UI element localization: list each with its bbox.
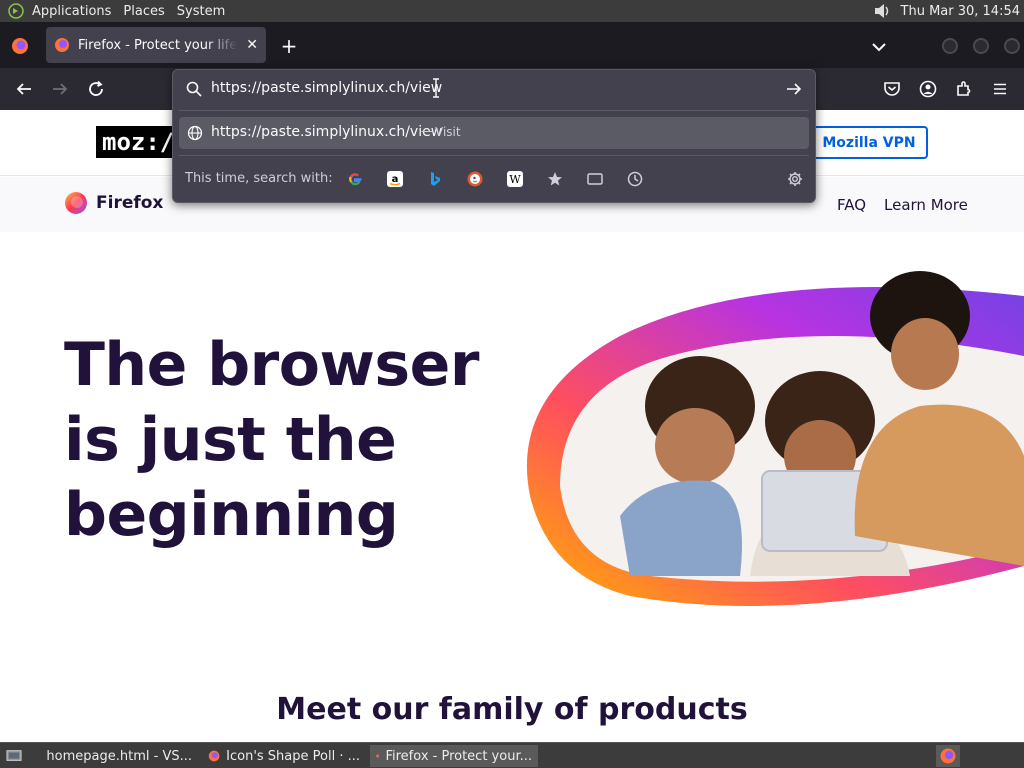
url-input[interactable]: https://paste.simplylinux.ch/view xyxy=(211,80,442,96)
firefox-brand-link[interactable]: Firefox xyxy=(64,191,163,215)
taskbar-item-firefox-poll[interactable]: Icon's Shape Poll · ... xyxy=(202,745,366,767)
clock[interactable]: Thu Mar 30, 14:54 xyxy=(901,4,1020,19)
taskbar-item-label: homepage.html - VS... xyxy=(46,748,192,764)
taskbar-item-label: Firefox - Protect your... xyxy=(385,748,532,764)
firefox-brand-label: Firefox xyxy=(96,193,164,213)
google-search-icon[interactable] xyxy=(345,169,365,189)
result-separator: — xyxy=(421,124,434,139)
bookmarks-search-icon[interactable] xyxy=(545,169,565,189)
panel-right: Thu Mar 30, 14:54 xyxy=(873,0,1020,22)
account-icon xyxy=(919,80,937,98)
menu-places[interactable]: Places xyxy=(117,4,170,19)
hero-line: The browser xyxy=(64,330,479,400)
firefox-logo-icon xyxy=(940,748,956,764)
menu-applications[interactable]: Applications xyxy=(26,4,117,19)
firefox-logo-icon xyxy=(65,192,87,214)
nav-link-faq[interactable]: FAQ xyxy=(837,196,866,214)
top-panel: Applications Places System Thu Mar 30, 1… xyxy=(0,0,1024,22)
chevron-down-icon xyxy=(872,43,886,52)
account-button[interactable] xyxy=(916,77,940,101)
go-arrow-icon[interactable] xyxy=(785,80,803,98)
panel-menus: Applications Places System xyxy=(0,0,237,22)
result-url: https://paste.simplylinux.ch/view xyxy=(211,124,443,140)
history-search-icon[interactable] xyxy=(625,169,645,189)
taskbar-item-firefox-active[interactable]: Firefox - Protect your... xyxy=(370,745,538,767)
tab-close-icon[interactable]: ✕ xyxy=(246,37,258,53)
bing-search-icon[interactable] xyxy=(425,169,445,189)
result-action: Visit xyxy=(435,125,461,139)
close-window-button[interactable] xyxy=(1004,38,1020,54)
minimize-button[interactable] xyxy=(942,38,958,54)
hero-line: is just the xyxy=(64,405,397,475)
reload-icon xyxy=(89,80,103,96)
search-settings-gear-icon[interactable] xyxy=(785,169,805,189)
tabs-search-icon[interactable] xyxy=(585,169,605,189)
list-all-tabs-button[interactable] xyxy=(868,36,890,58)
puzzle-icon xyxy=(957,81,971,96)
duckduckgo-search-icon[interactable] xyxy=(465,169,485,189)
hero-family-photo xyxy=(500,246,1024,616)
hero-line: beginning xyxy=(64,480,399,550)
divider xyxy=(179,110,809,111)
arrow-left-icon xyxy=(16,83,31,95)
taskbar: homepage.html - VS... Icon's Shape Poll … xyxy=(0,742,1024,768)
show-desktop-button[interactable] xyxy=(0,745,28,767)
url-result-visit[interactable]: https://paste.simplylinux.ch/view — Visi… xyxy=(179,117,809,149)
maximize-button[interactable] xyxy=(973,38,989,54)
menu-system[interactable]: System xyxy=(171,4,231,19)
web-content: moz://a Mozilla VPN Firefox FAQ Learn Mo… xyxy=(0,110,1024,742)
url-input-row[interactable]: https://paste.simplylinux.ch/view xyxy=(173,70,815,108)
urlbar-dropdown: https://paste.simplylinux.ch/view https:… xyxy=(172,69,816,203)
tab-bar: Firefox - Protect your life online ✕ + xyxy=(0,22,1024,68)
pocket-button[interactable] xyxy=(880,77,904,101)
wikipedia-search-icon[interactable]: W xyxy=(505,169,525,189)
reload-button[interactable] xyxy=(84,77,108,101)
volume-icon[interactable] xyxy=(873,2,891,20)
hamburger-icon xyxy=(994,83,1006,95)
amazon-search-icon[interactable]: a xyxy=(385,169,405,189)
back-button[interactable] xyxy=(12,77,36,101)
firefox-logo-icon xyxy=(208,750,220,762)
svg-text:a: a xyxy=(392,174,399,185)
gnome-foot-icon[interactable] xyxy=(6,3,26,19)
firefox-logo-icon xyxy=(376,754,380,758)
hero-heading: The browser is just the beginning xyxy=(64,328,514,553)
arrow-right-icon xyxy=(53,83,68,95)
nav-link-learn-more[interactable]: Learn More xyxy=(884,196,968,214)
firefox-logo-icon xyxy=(12,38,28,54)
app-menu-button[interactable] xyxy=(988,77,1012,101)
one-off-search-label: This time, search with: xyxy=(185,171,333,186)
new-tab-button[interactable]: + xyxy=(278,36,300,58)
forward-button[interactable] xyxy=(48,77,72,101)
firefox-view-button[interactable] xyxy=(6,32,34,60)
section-heading: Meet our family of products xyxy=(276,692,748,727)
desktop-icon xyxy=(6,750,22,761)
tab-title: Firefox - Protect your life online xyxy=(78,37,238,53)
taskbar-item-vscode[interactable]: homepage.html - VS... xyxy=(34,745,198,767)
tab-firefox-home[interactable]: Firefox - Protect your life online ✕ xyxy=(46,27,266,63)
divider xyxy=(179,155,809,156)
mozilla-vpn-button[interactable]: Mozilla VPN xyxy=(810,126,928,159)
text-cursor-icon xyxy=(433,78,439,98)
globe-icon xyxy=(187,125,203,141)
taskbar-item-label: Icon's Shape Poll · ... xyxy=(226,748,360,764)
pocket-icon xyxy=(884,82,900,96)
tab-favicon-icon xyxy=(55,38,69,52)
extensions-button[interactable] xyxy=(952,77,976,101)
svg-text:W: W xyxy=(509,173,521,186)
search-icon xyxy=(186,81,202,97)
workspace-switcher[interactable] xyxy=(936,745,960,767)
